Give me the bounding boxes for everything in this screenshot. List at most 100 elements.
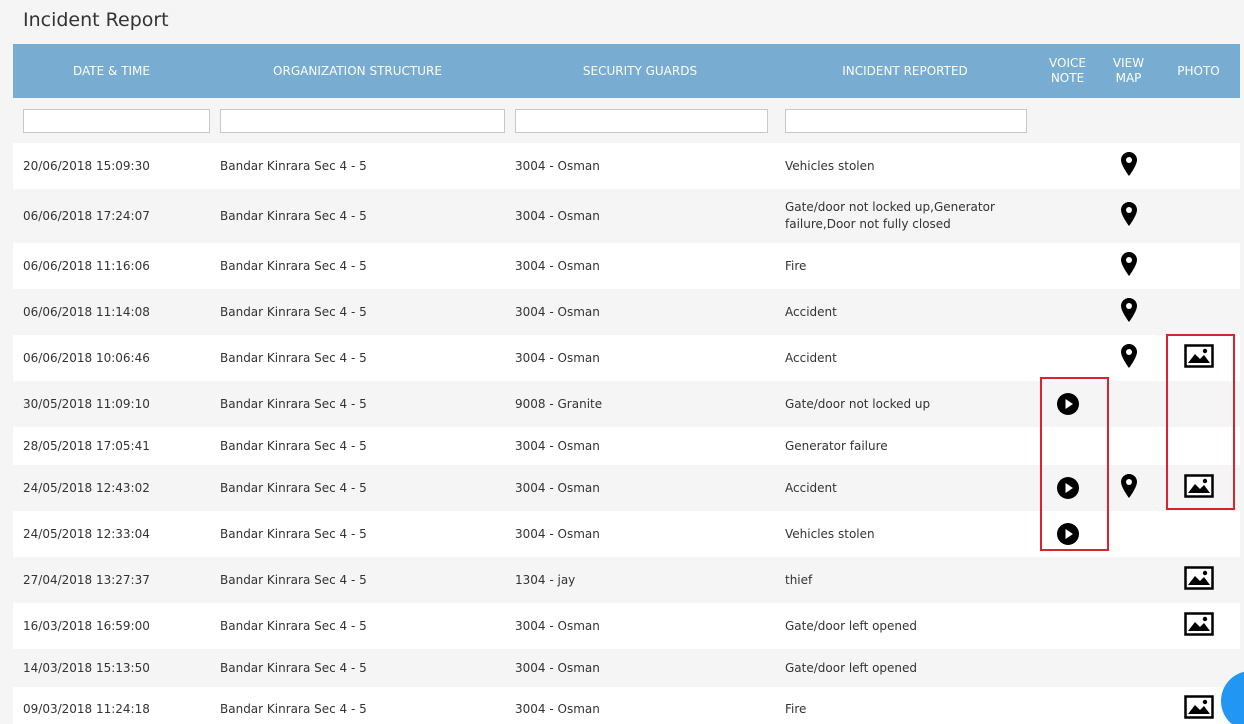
voice-cell — [1035, 289, 1100, 335]
image-icon[interactable] — [1183, 343, 1214, 373]
cell-datetime: 06/06/2018 17:24:07 — [13, 189, 210, 243]
table-row[interactable]: 30/05/2018 11:09:10 Bandar Kinrara Sec 4 … — [13, 381, 1240, 427]
photo-cell — [1157, 189, 1240, 243]
cell-organization: Bandar Kinrara Sec 4 - 5 — [210, 381, 505, 427]
voice-cell — [1035, 427, 1100, 465]
play-icon[interactable] — [1056, 392, 1080, 416]
table-row[interactable]: 06/06/2018 17:24:07 Bandar Kinrara Sec 4 … — [13, 189, 1240, 243]
image-icon[interactable] — [1183, 694, 1214, 724]
cell-incident: Fire — [775, 687, 1035, 724]
cell-incident: Gate/door left opened — [775, 649, 1035, 687]
table-row[interactable]: 27/04/2018 13:27:37 Bandar Kinrara Sec 4 … — [13, 557, 1240, 603]
cell-organization: Bandar Kinrara Sec 4 - 5 — [210, 649, 505, 687]
photo-cell — [1157, 143, 1240, 189]
incident-filter-input[interactable] — [785, 108, 1027, 133]
table-row[interactable]: 09/03/2018 11:24:18 Bandar Kinrara Sec 4 … — [13, 687, 1240, 724]
play-icon[interactable] — [1056, 522, 1080, 546]
cell-datetime: 27/04/2018 13:27:37 — [13, 557, 210, 603]
cell-organization: Bandar Kinrara Sec 4 - 5 — [210, 243, 505, 289]
table-row[interactable]: 06/06/2018 11:14:08 Bandar Kinrara Sec 4 … — [13, 289, 1240, 335]
org-filter-input[interactable] — [220, 108, 505, 133]
map-cell — [1100, 143, 1157, 189]
header-security-guards[interactable]: SECURITY GUARDS — [505, 44, 775, 98]
header-map-line2: MAP — [1115, 71, 1142, 85]
photo-cell — [1157, 557, 1240, 603]
voice-cell — [1035, 143, 1100, 189]
photo-cell — [1157, 289, 1240, 335]
voice-cell — [1035, 687, 1100, 724]
table-row[interactable]: 06/06/2018 10:06:46 Bandar Kinrara Sec 4 … — [13, 335, 1240, 381]
table-row[interactable]: 24/05/2018 12:43:02 Bandar Kinrara Sec 4 … — [13, 465, 1240, 511]
table-row[interactable]: 06/06/2018 11:16:06 Bandar Kinrara Sec 4 … — [13, 243, 1240, 289]
header-voice-line2: NOTE — [1050, 71, 1085, 85]
map-pin-icon[interactable] — [1120, 343, 1137, 373]
cell-organization: Bandar Kinrara Sec 4 - 5 — [210, 687, 505, 724]
cell-security-guard: 3004 - Osman — [505, 427, 775, 465]
cell-organization: Bandar Kinrara Sec 4 - 5 — [210, 557, 505, 603]
cell-security-guard: 3004 - Osman — [505, 143, 775, 189]
photo-cell — [1157, 511, 1240, 557]
voice-cell — [1035, 557, 1100, 603]
photo-cell — [1157, 381, 1240, 427]
photo-cell — [1157, 603, 1240, 649]
header-organization[interactable]: ORGANIZATION STRUCTURE — [210, 44, 505, 98]
map-cell — [1100, 511, 1157, 557]
cell-organization: Bandar Kinrara Sec 4 - 5 — [210, 189, 505, 243]
image-icon[interactable] — [1183, 565, 1214, 595]
datetime-filter-input[interactable] — [23, 108, 210, 133]
map-cell — [1100, 335, 1157, 381]
photo-cell — [1157, 465, 1240, 511]
map-pin-icon[interactable] — [1120, 251, 1137, 281]
cell-datetime: 06/06/2018 10:06:46 — [13, 335, 210, 381]
map-cell — [1100, 603, 1157, 649]
page-title: Incident Report — [23, 9, 169, 31]
map-cell — [1100, 189, 1157, 243]
cell-organization: Bandar Kinrara Sec 4 - 5 — [210, 143, 505, 189]
map-pin-icon[interactable] — [1120, 201, 1137, 231]
map-cell — [1100, 381, 1157, 427]
image-icon[interactable] — [1183, 473, 1214, 503]
table-row[interactable]: 20/06/2018 15:09:30 Bandar Kinrara Sec 4 … — [13, 143, 1240, 189]
voice-cell — [1035, 603, 1100, 649]
cell-incident: Vehicles stolen — [775, 143, 1035, 189]
map-cell — [1100, 427, 1157, 465]
voice-cell — [1035, 511, 1100, 557]
table-row[interactable]: 14/03/2018 15:13:50 Bandar Kinrara Sec 4 … — [13, 649, 1240, 687]
cell-security-guard: 9008 - Granite — [505, 381, 775, 427]
filter-row — [13, 98, 1240, 143]
photo-cell — [1157, 335, 1240, 381]
incident-table: DATE & TIME ORGANIZATION STRUCTURE SECUR… — [13, 44, 1240, 724]
header-datetime[interactable]: DATE & TIME — [13, 44, 210, 98]
cell-security-guard: 3004 - Osman — [505, 649, 775, 687]
header-view-map: VIEW MAP — [1100, 44, 1157, 98]
cell-datetime: 24/05/2018 12:43:02 — [13, 465, 210, 511]
photo-cell — [1157, 243, 1240, 289]
map-pin-icon[interactable] — [1120, 297, 1137, 327]
header-voice-line1: VOICE — [1049, 56, 1086, 70]
cell-security-guard: 1304 - jay — [505, 557, 775, 603]
cell-security-guard: 3004 - Osman — [505, 687, 775, 724]
voice-cell — [1035, 243, 1100, 289]
cell-incident: Gate/door not locked up — [775, 381, 1035, 427]
voice-cell — [1035, 189, 1100, 243]
header-incident[interactable]: INCIDENT REPORTED — [775, 44, 1035, 98]
cell-organization: Bandar Kinrara Sec 4 - 5 — [210, 335, 505, 381]
header-photo: PHOTO — [1157, 44, 1240, 98]
table-row[interactable]: 28/05/2018 17:05:41 Bandar Kinrara Sec 4 … — [13, 427, 1240, 465]
map-pin-icon[interactable] — [1120, 473, 1137, 503]
cell-security-guard: 3004 - Osman — [505, 243, 775, 289]
cell-security-guard: 3004 - Osman — [505, 603, 775, 649]
map-pin-icon[interactable] — [1120, 151, 1137, 181]
play-icon[interactable] — [1056, 476, 1080, 500]
image-icon[interactable] — [1183, 611, 1214, 641]
cell-incident: Accident — [775, 335, 1035, 381]
table-row[interactable]: 24/05/2018 12:33:04 Bandar Kinrara Sec 4 … — [13, 511, 1240, 557]
guards-filter-input[interactable] — [515, 108, 768, 133]
table-header-row: DATE & TIME ORGANIZATION STRUCTURE SECUR… — [13, 44, 1240, 98]
map-cell — [1100, 649, 1157, 687]
table-row[interactable]: 16/03/2018 16:59:00 Bandar Kinrara Sec 4 … — [13, 603, 1240, 649]
cell-incident: thief — [775, 557, 1035, 603]
cell-datetime: 06/06/2018 11:14:08 — [13, 289, 210, 335]
voice-cell — [1035, 465, 1100, 511]
map-cell — [1100, 289, 1157, 335]
